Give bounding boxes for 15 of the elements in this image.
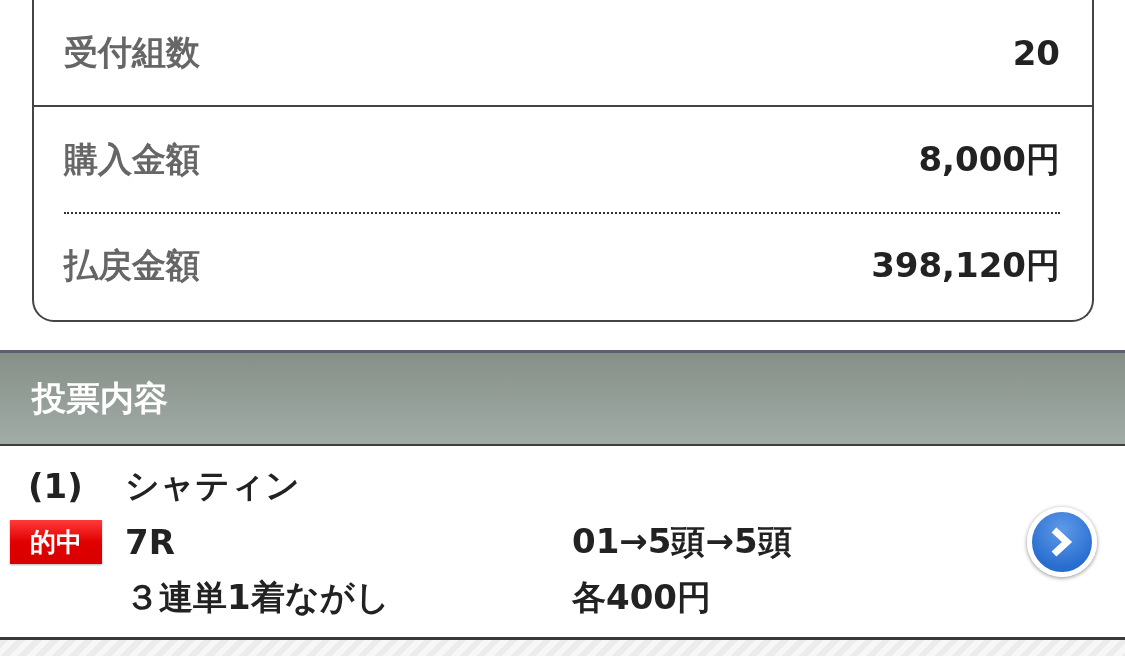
summary-value: 20 bbox=[1012, 32, 1060, 73]
race-number: 7R bbox=[125, 522, 175, 562]
summary-label: 受付組数 bbox=[64, 30, 200, 74]
summary-label: 払戻金額 bbox=[64, 243, 200, 287]
bet-type: ３連単1着ながし bbox=[125, 576, 390, 619]
bet-amount: 各400円 bbox=[572, 576, 711, 619]
bet-number: (1) bbox=[28, 466, 83, 506]
summary-value: 398,120円 bbox=[871, 243, 1060, 287]
summary-value: 8,000円 bbox=[918, 137, 1060, 181]
venue-name: シャティン bbox=[125, 464, 300, 507]
bet-combination: 01→5頭→5頭 bbox=[572, 520, 792, 563]
chevron-right-icon bbox=[1051, 527, 1073, 557]
summary-label: 購入金額 bbox=[64, 137, 200, 181]
hit-badge: 的中 bbox=[10, 520, 102, 564]
section-title: 投票内容 bbox=[32, 376, 168, 420]
